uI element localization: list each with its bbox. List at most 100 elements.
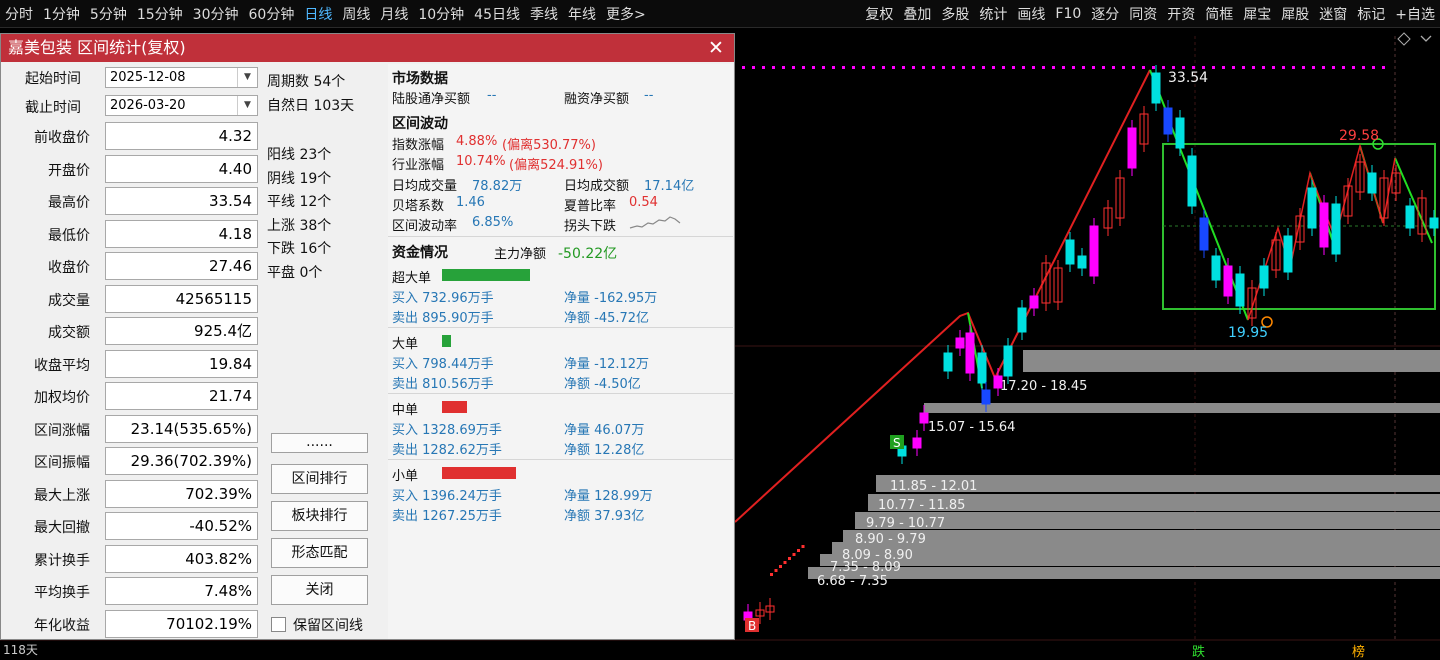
chevron-down-icon[interactable]: ▼	[237, 68, 257, 87]
tool-menu-item[interactable]: 统计	[974, 4, 1012, 24]
dot-marker	[802, 66, 805, 69]
period-tab[interactable]: 周线	[337, 4, 375, 24]
tool-menu-item[interactable]: 多股	[936, 4, 974, 24]
profile-range-label: 10.77 - 11.85	[878, 498, 965, 513]
interval-rank-button[interactable]: 区间排行	[271, 464, 368, 494]
tool-menu-item[interactable]: 犀宝	[1238, 4, 1276, 24]
period-tab[interactable]: 10分钟	[413, 4, 469, 24]
volatility-title: 区间波动	[392, 116, 448, 132]
interval-stats-dialog: 嘉美包装 区间统计(复权) ✕ 起始时间 2025-12-08 ▼ 截止时间 2…	[0, 33, 735, 640]
top-toolbar: 分时 1分钟 5分钟 15分钟 30分钟 60分钟 日线 周线 月线 10分钟 45日线 季线 年线 更多…	[0, 0, 1440, 28]
order-group-bar	[442, 401, 467, 413]
order-buy: 买入 1328.69万手	[392, 423, 502, 438]
candle	[1283, 235, 1293, 273]
tool-menu-item[interactable]: 叠加	[898, 4, 936, 24]
candle	[965, 332, 975, 374]
dot-marker	[1162, 66, 1165, 69]
stat-value: 925.4亿	[105, 317, 258, 345]
period-tab[interactable]: 更多>	[601, 4, 651, 24]
dot-marker	[792, 553, 796, 556]
profile-range-label: 17.20 - 18.45	[1000, 379, 1087, 394]
candle-count: 阳线 23个	[267, 147, 332, 163]
dot-marker	[962, 66, 965, 69]
dot-marker	[832, 66, 835, 69]
candle	[1307, 187, 1317, 229]
profile-range-label: 7.35 - 8.09	[830, 560, 901, 575]
tool-menu-item[interactable]: 迷窗	[1314, 4, 1352, 24]
dot-marker	[982, 66, 985, 69]
close-icon[interactable]: ✕	[706, 34, 726, 62]
period-tab[interactable]: 1分钟	[38, 4, 85, 24]
status-days: 118天	[3, 643, 38, 657]
dot-marker	[872, 66, 875, 69]
tool-menu-item[interactable]: 犀股	[1276, 4, 1314, 24]
tool-menu-item[interactable]: 同资	[1124, 4, 1162, 24]
hk-net-value: --	[487, 88, 497, 103]
sharpe-label: 夏普比率	[564, 199, 617, 214]
dot-marker	[1322, 66, 1325, 69]
dot-marker	[1272, 66, 1275, 69]
candle	[1151, 72, 1161, 104]
period-tab[interactable]: 60分钟	[244, 4, 300, 24]
candle	[1235, 273, 1245, 307]
dot-marker	[1362, 66, 1365, 69]
end-time-label: 截止时间	[25, 100, 81, 116]
period-tab[interactable]: 15分钟	[132, 4, 188, 24]
profile-range-label: 6.68 - 7.35	[817, 574, 888, 589]
dot-marker	[1302, 66, 1305, 69]
period-tab[interactable]: 日线	[299, 4, 337, 24]
high-price-label: 33.54	[1168, 70, 1208, 86]
order-sell: 卖出 895.90万手	[392, 311, 494, 326]
tool-menu-item[interactable]: 复权	[860, 4, 898, 24]
stat-label: 成交量	[48, 292, 90, 309]
dot-marker	[992, 66, 995, 69]
stat-value: 27.46	[105, 252, 258, 280]
tool-menu-item[interactable]: 画线	[1012, 4, 1050, 24]
dot-marker	[742, 66, 745, 69]
chevron-down-icon[interactable]: ▼	[237, 96, 257, 115]
sector-rank-button[interactable]: 板块排行	[271, 501, 368, 531]
box-high-label: 29.58	[1339, 128, 1379, 144]
period-tab[interactable]: 45日线	[469, 4, 525, 24]
dot-marker	[1342, 66, 1345, 69]
tool-menu-item[interactable]: +自选	[1390, 4, 1440, 24]
tool-menu-item[interactable]: 简框	[1200, 4, 1238, 24]
candle	[1089, 225, 1099, 277]
period-tab[interactable]: 季线	[525, 4, 563, 24]
trend-sparkline-icon	[629, 216, 681, 229]
stat-label: 成交额	[48, 325, 90, 341]
tool-menu-item[interactable]: 开资	[1162, 4, 1200, 24]
dot-marker	[822, 66, 825, 69]
hk-net-label: 陆股通净买额	[392, 92, 471, 107]
candle	[993, 375, 1003, 389]
order-buy: 买入 1396.24万手	[392, 489, 502, 504]
volume-profile-bar	[808, 567, 1440, 579]
tool-menu-item[interactable]: 逐分	[1086, 4, 1124, 24]
volume-profile-bar	[843, 530, 1440, 542]
stat-label: 最大上涨	[34, 487, 90, 504]
period-tab[interactable]: 月线	[375, 4, 413, 24]
keep-line-checkbox[interactable]	[271, 617, 286, 632]
dot-marker	[752, 66, 755, 69]
candle	[981, 389, 991, 405]
dot-marker	[801, 545, 805, 548]
pattern-match-button[interactable]: 形态匹配	[271, 538, 368, 568]
period-tab[interactable]: 5分钟	[85, 4, 132, 24]
dot-marker	[912, 66, 915, 69]
period-tab[interactable]: 30分钟	[188, 4, 244, 24]
close-button[interactable]: 关闭	[271, 575, 368, 605]
period-tab[interactable]: 分时	[0, 4, 38, 24]
order-buy: 买入 732.96万手	[392, 291, 494, 306]
avg-amount-value: 17.14亿	[644, 179, 695, 194]
dot-marker	[1102, 66, 1105, 69]
start-date-picker[interactable]: 2025-12-08 ▼	[105, 67, 258, 88]
more-button[interactable]: ......	[271, 433, 368, 453]
end-date-picker[interactable]: 2026-03-20 ▼	[105, 95, 258, 116]
period-tab[interactable]: 年线	[563, 4, 601, 24]
stat-value: 4.32	[105, 122, 258, 150]
tool-menu-item[interactable]: 标记	[1352, 4, 1390, 24]
order-group-name: 大单	[392, 337, 419, 352]
tool-menu-item[interactable]: F10	[1050, 6, 1086, 22]
order-net-amount: 净额 -4.50亿	[564, 377, 641, 392]
stat-label: 累计换手	[34, 552, 90, 569]
